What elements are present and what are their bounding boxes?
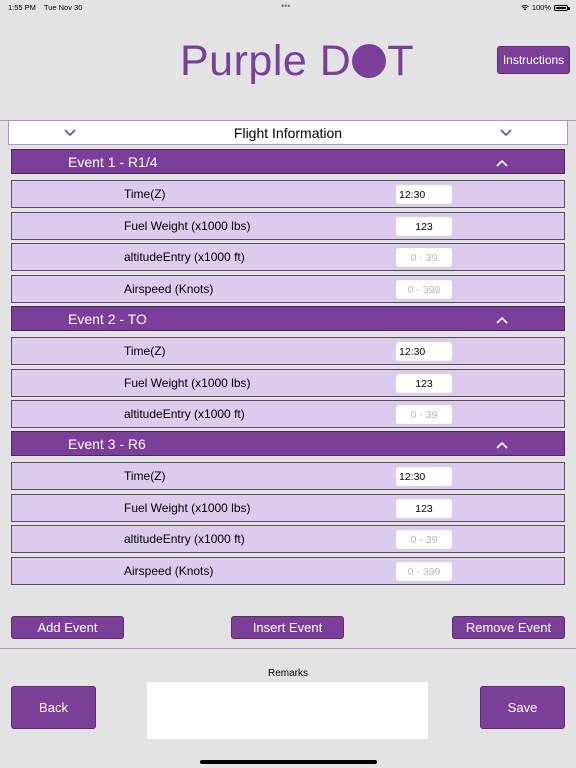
altitude-field[interactable]: 0 - 39 (396, 530, 452, 549)
row-label: Airspeed (Knots) (124, 564, 214, 578)
chevron-down-icon[interactable] (500, 129, 512, 137)
row-label: Time(Z) (124, 187, 166, 201)
event-row: Time(Z) 12:30 (11, 180, 565, 208)
airspeed-field[interactable]: 0 - 399 (396, 562, 452, 581)
altitude-field[interactable]: 0 - 39 (396, 405, 452, 424)
event-row: Fuel Weight (x1000 lbs) 123 (11, 212, 565, 240)
chevron-up-icon[interactable] (496, 316, 508, 324)
logo-dot-icon (352, 44, 387, 78)
row-label: Time(Z) (124, 344, 166, 358)
time-field[interactable]: 12:30 (396, 467, 452, 486)
home-indicator[interactable] (200, 760, 377, 764)
logo-text-end: T (387, 36, 415, 85)
row-label: altitudeEntry (x1000 ft) (124, 250, 245, 264)
remarks-textarea[interactable] (147, 682, 428, 739)
app-logo: Purple D T (180, 36, 414, 86)
event-title: Event 1 - R1/4 (68, 154, 158, 170)
event-header[interactable]: Event 2 - TO (11, 306, 565, 331)
logo-text-start: Purple D (180, 36, 352, 85)
event-row: Airspeed (Knots) 0 - 399 (11, 275, 565, 303)
row-label: Fuel Weight (x1000 lbs) (124, 219, 251, 233)
event-row: Fuel Weight (x1000 lbs) 123 (11, 494, 565, 522)
event-row: altitudeEntry (x1000 ft) 0 - 39 (11, 243, 565, 271)
back-button[interactable]: Back (11, 686, 96, 729)
time-field[interactable]: 12:30 (396, 185, 452, 204)
row-label: Fuel Weight (x1000 lbs) (124, 501, 251, 515)
flight-information-bar[interactable]: Flight Information (8, 121, 568, 145)
event-row: Time(Z) 12:30 (11, 462, 565, 490)
event-row: Airspeed (Knots) 0 - 399 (11, 557, 565, 585)
row-label: altitudeEntry (x1000 ft) (124, 407, 245, 421)
instructions-button[interactable]: Instructions (497, 46, 570, 74)
battery-icon (554, 4, 570, 11)
save-button[interactable]: Save (480, 686, 565, 729)
event-row: Fuel Weight (x1000 lbs) 123 (11, 369, 565, 397)
section-title: Flight Information (233, 125, 343, 141)
airspeed-field[interactable]: 0 - 399 (396, 280, 452, 299)
multitasking-dots-icon[interactable]: ••• (281, 1, 290, 11)
altitude-field[interactable]: 0 - 39 (396, 248, 452, 267)
remove-event-button[interactable]: Remove Event (452, 616, 565, 639)
row-label: Time(Z) (124, 469, 166, 483)
insert-event-button[interactable]: Insert Event (231, 616, 344, 639)
fuel-weight-field[interactable]: 123 (396, 217, 452, 236)
time-field[interactable]: 12:30 (396, 342, 452, 361)
fuel-weight-field[interactable]: 123 (396, 374, 452, 393)
event-header[interactable]: Event 1 - R1/4 (11, 149, 565, 174)
event-title: Event 3 - R6 (68, 436, 146, 452)
battery-percent: 100% (531, 3, 551, 12)
status-bar: 1:55 PM Tue Nov 30 ••• 100% (0, 0, 576, 14)
status-time: 1:55 PM (8, 3, 36, 12)
row-label: Fuel Weight (x1000 lbs) (124, 376, 251, 390)
add-event-button[interactable]: Add Event (11, 616, 124, 639)
footer-divider (0, 648, 576, 649)
wifi-icon (521, 4, 529, 10)
event-row: altitudeEntry (x1000 ft) 0 - 39 (11, 525, 565, 553)
fuel-weight-field[interactable]: 123 (396, 499, 452, 518)
row-label: Airspeed (Knots) (124, 282, 214, 296)
chevron-up-icon[interactable] (496, 159, 508, 167)
event-header[interactable]: Event 3 - R6 (11, 431, 565, 456)
remarks-label: Remarks (267, 668, 308, 679)
row-label: altitudeEntry (x1000 ft) (124, 532, 245, 546)
event-row: Time(Z) 12:30 (11, 337, 565, 365)
event-row: altitudeEntry (x1000 ft) 0 - 39 (11, 400, 565, 428)
chevron-up-icon[interactable] (496, 441, 508, 449)
status-date: Tue Nov 30 (43, 3, 83, 12)
event-title: Event 2 - TO (68, 311, 147, 327)
